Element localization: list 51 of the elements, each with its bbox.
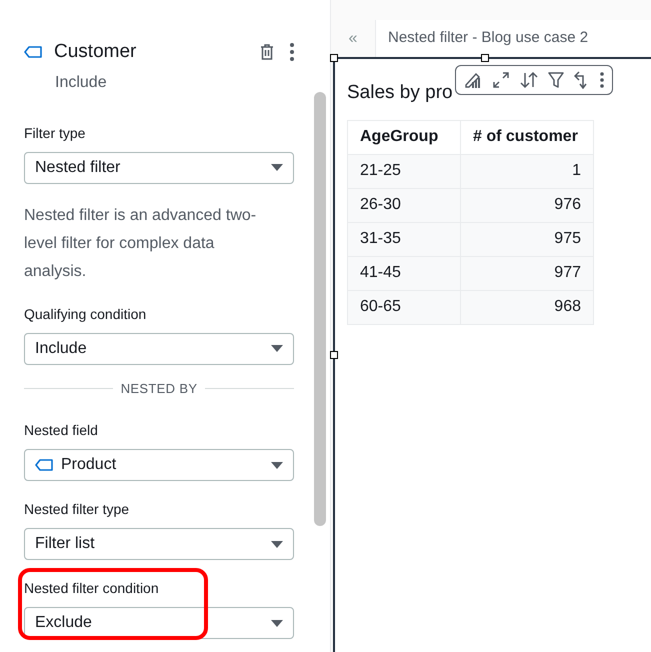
more-icon[interactable] (600, 72, 604, 88)
scrollbar[interactable] (314, 92, 326, 526)
dropdown-value: Include (35, 338, 88, 358)
caret-icon (271, 540, 283, 548)
table-cell: 60-65 (348, 290, 460, 324)
field-label: Nested field (24, 421, 99, 440)
table-cell: 976 (460, 188, 594, 222)
dropdown-value: Nested filter (35, 158, 122, 178)
dropdown-value: Filter list (35, 534, 96, 554)
sort-icon[interactable] (520, 71, 538, 89)
trash-icon[interactable] (260, 44, 274, 60)
dropdown[interactable]: Nested filter (24, 152, 294, 184)
field-label: Nested filter type (24, 500, 130, 519)
tag-icon (35, 459, 53, 471)
chart-edit-icon[interactable] (464, 71, 482, 89)
table-cell: 1 (460, 154, 594, 188)
table-cell: 21-25 (348, 154, 460, 188)
visual-card[interactable]: Sales by pro AgeGroup # of customer 21-25 1 26-30 976 31-35 975 41-45 977 60-65 968 (333, 57, 651, 652)
visual-title: Sales by pro (347, 81, 453, 105)
dropdown[interactable]: Exclude (24, 607, 294, 639)
section-divider-label: NESTED BY (120, 380, 198, 398)
dropdown[interactable]: Filter list (24, 528, 294, 560)
table-cell: 31-35 (348, 222, 460, 256)
column-header[interactable]: # of customer (460, 120, 594, 154)
table-cell: 975 (460, 222, 594, 256)
field-label: Filter type (24, 124, 86, 143)
tag-icon (24, 46, 42, 58)
dropdown-value: Product (61, 455, 118, 475)
caret-icon (271, 462, 283, 468)
table-cell: 968 (460, 290, 594, 324)
dropdown[interactable]: Product (24, 449, 294, 481)
caret-icon (271, 620, 283, 626)
caret-icon (271, 164, 283, 171)
table-cell: 977 (460, 256, 594, 290)
filter-subtitle: Include (55, 72, 108, 92)
expand-icon[interactable] (492, 71, 510, 89)
resize-handle[interactable] (481, 54, 489, 62)
caret-icon (271, 345, 283, 352)
table-cell: 26-30 (348, 188, 460, 222)
resize-handle[interactable] (330, 54, 338, 62)
table-cell: 41-45 (348, 256, 460, 290)
field-label: Qualifying condition (24, 304, 148, 324)
resize-handle[interactable] (330, 351, 338, 359)
filter-icon[interactable] (548, 71, 564, 89)
field-label: Nested filter condition (24, 579, 160, 598)
dropdown[interactable]: Include (24, 332, 294, 364)
column-header[interactable]: AgeGroup (348, 120, 460, 154)
description-text: Nested filter is an advanced two-level filter for complex data analysis. (24, 206, 258, 282)
filter-title: Customer (54, 40, 138, 64)
more-icon[interactable] (290, 43, 294, 62)
dropdown-value: Exclude (35, 613, 93, 633)
